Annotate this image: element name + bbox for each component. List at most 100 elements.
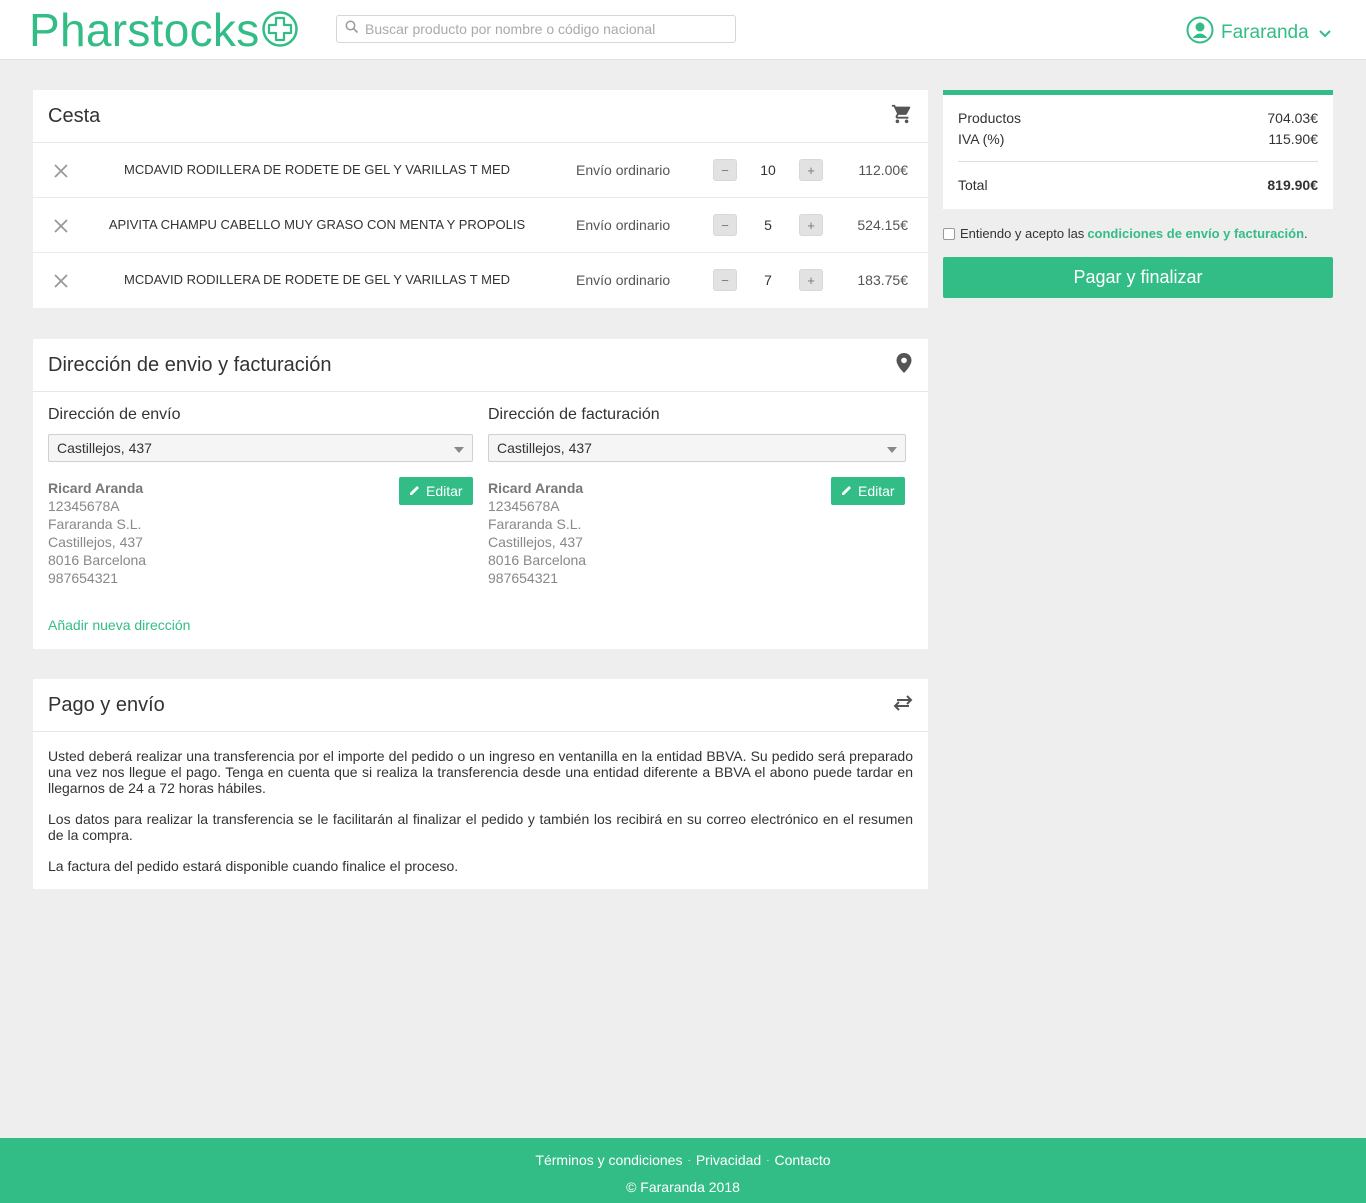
footer-link-privacy[interactable]: Privacidad xyxy=(696,1152,761,1168)
vat-label: IVA (%) xyxy=(958,131,1005,147)
quantity-decrease-button[interactable]: − xyxy=(713,214,737,236)
pharmacy-cross-icon xyxy=(261,10,299,53)
order-summary: Productos 704.03€ IVA (%) 115.90€ Total … xyxy=(943,90,1333,209)
quantity-decrease-button[interactable]: − xyxy=(713,159,737,181)
cart-row: MCDAVID RODILLERA DE RODETE DE GEL Y VAR… xyxy=(33,143,928,198)
remove-item-icon[interactable] xyxy=(51,271,71,291)
item-price: 183.75€ xyxy=(857,272,908,288)
shipping-method: Envío ordinario xyxy=(576,217,671,233)
street: Castillejos, 437 xyxy=(488,534,583,550)
product-name[interactable]: MCDAVID RODILLERA DE RODETE DE GEL Y VAR… xyxy=(103,272,531,287)
payment-title: Pago y envío xyxy=(48,693,165,716)
billing-address-label: Dirección de facturación xyxy=(488,406,660,423)
remove-item-icon[interactable] xyxy=(51,161,71,181)
quantity-value: 7 xyxy=(764,272,772,288)
terms-prefix: Entiendo y acepto las xyxy=(960,226,1085,241)
pencil-icon xyxy=(841,482,858,500)
user-avatar-icon xyxy=(1186,16,1214,50)
user-menu[interactable]: Fararanda xyxy=(1186,16,1331,50)
footer-separator: · xyxy=(687,1154,691,1166)
edit-label: Editar xyxy=(858,483,895,499)
caret-down-icon xyxy=(887,440,897,456)
remove-item-icon[interactable] xyxy=(51,216,71,236)
billing-address-select[interactable]: Castillejos, 437 xyxy=(488,434,906,462)
cart-row: MCDAVID RODILLERA DE RODETE DE GEL Y VAR… xyxy=(33,253,928,308)
city: 8016 Barcelona xyxy=(48,552,147,568)
footer-link-contact[interactable]: Contacto xyxy=(775,1152,831,1168)
product-name[interactable]: APIVITA CHAMPU CABELLO MUY GRASO CON MEN… xyxy=(103,217,531,232)
footer-links: Términos y condiciones · Privacidad · Co… xyxy=(0,1152,1366,1168)
search-box xyxy=(336,15,736,43)
location-pin-icon xyxy=(895,352,913,379)
footer-copyright: © Fararanda 2018 xyxy=(626,1179,740,1195)
terms-checkbox[interactable] xyxy=(943,227,955,240)
summary-total-row: Total 819.90€ xyxy=(958,177,1318,193)
payment-paragraph: Usted deberá realizar una transferencia … xyxy=(48,748,913,796)
total-value: 819.90€ xyxy=(1267,177,1318,193)
shipping-address-selected: Castillejos, 437 xyxy=(57,440,152,456)
shopping-cart-icon xyxy=(891,103,913,130)
billing-address-details: Ricard Aranda 12345678A Fararanda S.L. C… xyxy=(488,477,906,587)
products-value: 704.03€ xyxy=(1267,110,1318,126)
payment-paragraph: Los datos para realizar la transferencia… xyxy=(48,811,913,843)
search-input[interactable] xyxy=(365,21,725,37)
item-price: 524.15€ xyxy=(857,217,908,233)
shipping-address-column: Dirección de envío Castillejos, 437 Rica… xyxy=(48,406,473,587)
street: Castillejos, 437 xyxy=(48,534,143,550)
shipping-address-label: Dirección de envío xyxy=(48,406,181,423)
user-name: Fararanda xyxy=(1221,22,1309,43)
payment-paragraph: La factura del pedido estará disponible … xyxy=(48,858,459,874)
footer-link-terms[interactable]: Términos y condiciones xyxy=(535,1152,682,1168)
quantity-decrease-button[interactable]: − xyxy=(713,269,737,291)
footer-separator: · xyxy=(766,1154,770,1166)
search-icon xyxy=(345,20,359,39)
top-header: Pharstocks Fararanda xyxy=(0,0,1366,60)
cart-row: APIVITA CHAMPU CABELLO MUY GRASO CON MEN… xyxy=(33,198,928,253)
edit-label: Editar xyxy=(426,483,463,499)
summary-products-row: Productos 704.03€ xyxy=(958,110,1318,126)
address-panel: Dirección de envio y facturación Direcci… xyxy=(33,339,928,649)
company-name: Fararanda S.L. xyxy=(488,516,582,532)
summary-divider xyxy=(958,161,1318,162)
cart-header: Cesta xyxy=(33,90,928,143)
billing-address-column: Dirección de facturación Castillejos, 43… xyxy=(488,406,906,587)
quantity-value: 5 xyxy=(764,217,772,233)
item-price: 112.00€ xyxy=(858,162,908,178)
chevron-down-icon xyxy=(1318,22,1331,44)
total-label: Total xyxy=(958,177,988,193)
pencil-icon xyxy=(409,482,426,500)
payment-panel: Pago y envío Usted deberá realizar una t… xyxy=(33,679,928,889)
caret-down-icon xyxy=(454,440,464,456)
logo-text: Pharstocks xyxy=(29,4,260,56)
quantity-increase-button[interactable]: + xyxy=(799,214,823,236)
phone: 987654321 xyxy=(488,570,559,586)
quantity-value: 10 xyxy=(760,162,776,178)
quantity-increase-button[interactable]: + xyxy=(799,269,823,291)
add-new-address-link[interactable]: Añadir nueva dirección xyxy=(48,617,190,633)
shipping-address-details: Ricard Aranda 12345678A Fararanda S.L. C… xyxy=(48,477,473,587)
shipping-address-select[interactable]: Castillejos, 437 xyxy=(48,434,473,462)
address-header: Dirección de envio y facturación xyxy=(33,339,928,392)
terms-link[interactable]: condiciones de envío y facturación xyxy=(1087,226,1304,241)
summary-vat-row: IVA (%) 115.90€ xyxy=(958,131,1318,147)
quantity-increase-button[interactable]: + xyxy=(799,159,823,181)
shipping-method: Envío ordinario xyxy=(576,272,671,288)
city: 8016 Barcelona xyxy=(488,552,587,568)
terms-suffix: . xyxy=(1304,226,1308,241)
swap-arrows-icon xyxy=(893,694,913,716)
cart-panel: Cesta MCDAVID RODILLERA DE RODETE DE GEL… xyxy=(33,90,928,308)
payment-header: Pago y envío xyxy=(33,679,928,732)
cart-title: Cesta xyxy=(48,104,101,127)
edit-billing-address-button[interactable]: Editar xyxy=(831,477,905,505)
vat-value: 115.90€ xyxy=(1268,131,1318,147)
terms-acceptance: Entiendo y acepto las condiciones de env… xyxy=(943,226,1308,241)
address-title: Dirección de envio y facturación xyxy=(48,353,332,376)
product-name[interactable]: MCDAVID RODILLERA DE RODETE DE GEL Y VAR… xyxy=(103,162,531,177)
edit-shipping-address-button[interactable]: Editar xyxy=(399,477,473,505)
pay-and-finish-button[interactable]: Pagar y finalizar xyxy=(943,257,1333,298)
billing-address-selected: Castillejos, 437 xyxy=(497,440,592,456)
phone: 987654321 xyxy=(48,570,119,586)
logo[interactable]: Pharstocks xyxy=(29,4,299,56)
shipping-method: Envío ordinario xyxy=(576,162,671,178)
payment-instructions: Usted deberá realizar una transferencia … xyxy=(33,732,928,874)
